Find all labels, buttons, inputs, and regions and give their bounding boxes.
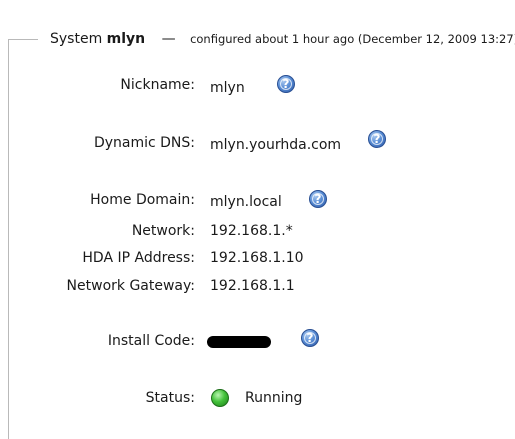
dynamic-dns-help-icon[interactable]: ? <box>368 130 386 148</box>
hda-ip-value: 192.168.1.10 <box>210 250 304 266</box>
home-domain-label: Home Domain: <box>90 192 195 208</box>
install-code-redaction <box>207 336 271 348</box>
network-gateway-value: 192.168.1.1 <box>210 278 295 294</box>
home-domain-help-icon[interactable]: ? <box>309 190 327 208</box>
hda-ip-row: HDA IP Address: 192.168.1.10 <box>0 248 515 268</box>
header-dash: — <box>161 31 176 47</box>
install-code-help-icon[interactable]: ? <box>301 329 319 347</box>
network-gateway-row: Network Gateway: 192.168.1.1 <box>0 276 515 296</box>
system-panel: System mlyn — configured about 1 hour ag… <box>0 0 515 439</box>
status-value: Running <box>245 390 303 406</box>
dynamic-dns-label: Dynamic DNS: <box>93 135 195 151</box>
network-row: Network: 192.168.1.* <box>0 221 515 241</box>
panel-frame-top <box>8 39 38 40</box>
nickname-row: Nickname: mlyn ? <box>0 75 515 96</box>
network-value: 192.168.1.* <box>210 223 293 239</box>
system-name: mlyn <box>106 31 146 47</box>
nickname-label: Nickname: <box>120 77 195 93</box>
status-row: Status: Running <box>0 388 515 408</box>
network-label: Network: <box>131 223 195 239</box>
home-domain-row: Home Domain: mlyn.local ? <box>0 190 515 210</box>
status-label: Status: <box>145 390 195 406</box>
panel-header: System mlyn — configured about 1 hour ag… <box>50 30 515 48</box>
nickname-value: mlyn <box>210 80 245 96</box>
dynamic-dns-value: mlyn.yourhda.com <box>210 137 342 153</box>
green-status-dot-icon <box>211 389 229 407</box>
dynamic-dns-row: Dynamic DNS: mlyn.yourhda.com ? <box>0 130 515 153</box>
install-code-row: Install Code: ? <box>0 329 515 351</box>
system-word: System <box>50 31 103 47</box>
install-code-label: Install Code: <box>107 333 195 349</box>
network-gateway-label: Network Gateway: <box>66 278 195 294</box>
hda-ip-label: HDA IP Address: <box>82 250 195 266</box>
configured-time: configured about 1 hour ago (December 12… <box>190 32 515 46</box>
nickname-help-icon[interactable]: ? <box>277 75 295 93</box>
home-domain-value: mlyn.local <box>210 194 282 210</box>
